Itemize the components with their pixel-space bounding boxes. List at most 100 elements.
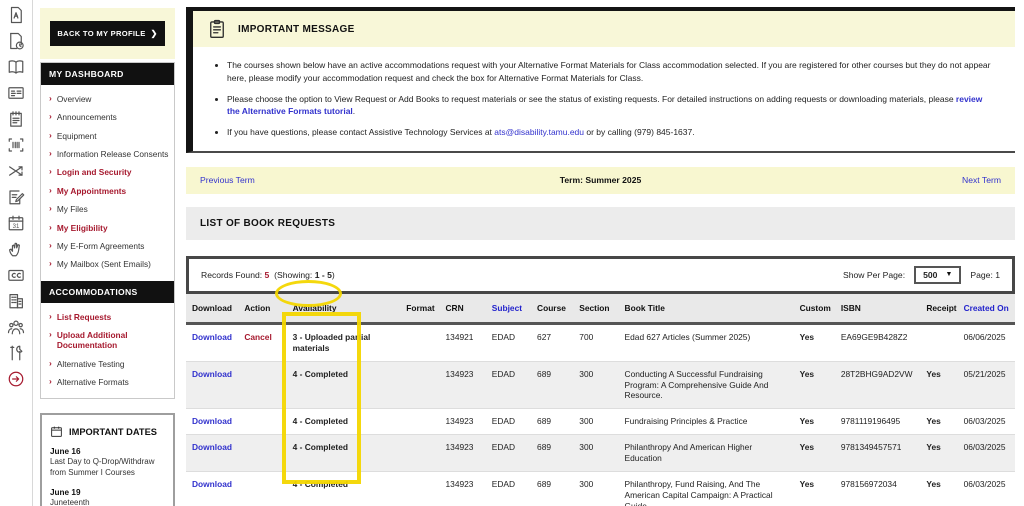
message-bullet-1: The courses shown below have an active a… (227, 59, 997, 85)
table-header-row: Download Action Availability Format CRN … (186, 293, 1015, 325)
chevron-right-icon: › (49, 166, 52, 177)
next-term-link[interactable]: Next Term (962, 175, 1001, 185)
barcode-icon[interactable] (7, 136, 25, 154)
tools-icon[interactable] (7, 344, 25, 362)
availability-cell: 4 - Completed (286, 471, 401, 506)
sign-language-icon[interactable] (7, 240, 25, 258)
accommodations-nav-list: › List Requests › Upload Additional Docume… (41, 303, 174, 399)
chevron-right-icon: › (49, 328, 52, 339)
important-message-panel: IMPORTANT MESSAGE The courses shown belo… (186, 7, 1015, 153)
note-edit-icon[interactable] (7, 188, 25, 206)
col-action: Action (238, 293, 287, 325)
sidebar-item-announcements[interactable]: › Announcements (41, 108, 174, 126)
availability-cell: 4 - Completed (286, 434, 401, 472)
section-cell: 300 (573, 434, 619, 472)
sidebar-item-overview[interactable]: › Overview (41, 90, 174, 108)
book-title-cell: Conducting A Successful Fundraising Prog… (618, 360, 794, 409)
created-on-cell: 05/21/2025 (957, 360, 1015, 409)
sidebar-item-list-requests[interactable]: › List Requests (41, 308, 174, 326)
book-requests-table: Download Action Availability Format CRN … (186, 293, 1015, 506)
shuffle-icon[interactable] (7, 162, 25, 180)
col-created-on-sort[interactable]: Created On (957, 293, 1015, 325)
chevron-right-icon: › (49, 93, 52, 103)
chevron-right-icon: › (49, 203, 52, 214)
custom-cell: Yes (793, 408, 835, 435)
sidebar-item-my-files[interactable]: › My Files (41, 200, 174, 218)
table-row: Download 4 - Completed 134923 EDAD 689 3… (186, 360, 1015, 409)
previous-term-link[interactable]: Previous Term (200, 175, 255, 185)
ats-email-link[interactable]: ats@disability.tamu.edu (494, 127, 584, 137)
custom-cell: Yes (799, 331, 815, 342)
subject-cell: EDAD (491, 331, 516, 342)
receipt-cell: Yes (920, 360, 958, 409)
cancel-link[interactable]: Cancel (244, 332, 271, 342)
isbn-cell: 28T2BHG9AD2VW (834, 360, 921, 409)
col-custom: Custom (793, 293, 835, 325)
accommodations-section-title: ACCOMMODATIONS (41, 280, 174, 303)
group-icon[interactable] (7, 318, 25, 336)
sidebar-item-my-appointments[interactable]: › My Appointments (41, 182, 174, 200)
download-link[interactable]: Download (192, 479, 232, 489)
important-message-title: IMPORTANT MESSAGE (238, 23, 355, 35)
table-row: Download 4 - Completed 134923 EDAD 689 3… (186, 434, 1015, 472)
col-subject-sort[interactable]: Subject (485, 293, 532, 325)
download-link[interactable]: Download (192, 416, 232, 426)
sidebar-item-alternative-formats[interactable]: › Alternative Formats (41, 373, 174, 391)
notepad-icon[interactable] (7, 110, 25, 128)
chevron-right-icon: › (49, 111, 52, 122)
chevron-down-icon: ▼ (945, 271, 953, 279)
accessible-document-icon[interactable] (7, 6, 25, 24)
building-icon[interactable] (7, 292, 25, 310)
sidebar-item-my-eform-agreements[interactable]: › My E-Form Agreements (41, 237, 174, 255)
message-bullet-3: If you have questions, please contact As… (227, 126, 997, 139)
form-card-icon[interactable] (7, 84, 25, 102)
chevron-right-icon: › (49, 221, 52, 232)
sidebar-item-login-and-security[interactable]: › Login and Security (41, 163, 174, 181)
important-dates-panel: IMPORTANT DATES June 16 Last Day to Q-Dr… (40, 413, 175, 506)
download-link[interactable]: Download (192, 442, 232, 452)
section-cell: 300 (573, 408, 619, 435)
chevron-right-icon: › (49, 258, 52, 269)
dashboard-section-title: MY DASHBOARD (41, 63, 174, 85)
created-on-cell: 06/03/2025 (957, 471, 1015, 506)
chevron-right-icon: › (49, 239, 52, 250)
col-book-title: Book Title (618, 293, 794, 325)
download-link[interactable]: Download (192, 332, 232, 342)
date-entry: June 19 Juneteenth Closed All Day. (50, 488, 90, 506)
back-to-profile-button[interactable]: BACK TO MY PROFILE ❯ (50, 21, 165, 46)
sidebar-item-alternative-testing[interactable]: › Alternative Testing (41, 355, 174, 373)
format-cell (400, 471, 440, 506)
download-link[interactable]: Download (192, 369, 232, 379)
table-row: Download 4 - Completed 134923 EDAD 689 3… (186, 471, 1015, 506)
chevron-right-icon: › (49, 129, 52, 140)
chevron-right-icon: › (49, 376, 52, 387)
col-crn: CRN (439, 293, 486, 325)
custom-cell: Yes (793, 471, 835, 506)
format-cell (400, 360, 440, 409)
sidebar-item-my-eligibility[interactable]: › My Eligibility (41, 219, 174, 237)
book-title-cell: Edad 627 Articles (Summer 2025) (624, 331, 751, 342)
file-clock-icon[interactable] (7, 32, 25, 50)
course-cell: 689 (531, 408, 574, 435)
chevron-right-icon: › (49, 357, 52, 368)
open-book-icon[interactable] (7, 58, 25, 76)
page-indicator: Page: 1 (970, 269, 1000, 280)
chevron-right-icon: ❯ (150, 29, 158, 38)
custom-cell: Yes (793, 434, 835, 472)
section-cell: 700 (579, 331, 594, 342)
show-per-page-select[interactable]: 500 ▼ (914, 265, 962, 284)
clipboard-icon (210, 19, 224, 38)
closed-captioning-icon[interactable] (7, 266, 25, 284)
sidebar-item-equipment[interactable]: › Equipment (41, 127, 174, 145)
date-entry: June 16 Last Day to Q-Drop/Withdraw from… (50, 447, 155, 478)
sign-out-icon[interactable] (7, 370, 25, 388)
sidebar-item-information-release-consents[interactable]: › Information Release Consents (41, 145, 174, 163)
calendar-icon[interactable]: 31 (7, 214, 25, 232)
created-on-cell: 06/06/2025 (963, 331, 1006, 342)
col-availability: Availability (286, 293, 401, 325)
isbn-cell: 9781349457571 (834, 434, 921, 472)
sidebar-item-my-mailbox[interactable]: › My Mailbox (Sent Emails) (41, 255, 174, 273)
col-section: Section (573, 293, 619, 325)
sidebar-item-upload-additional-documentation[interactable]: › Upload Additional Documentation (41, 326, 174, 355)
action-cell (238, 471, 287, 506)
